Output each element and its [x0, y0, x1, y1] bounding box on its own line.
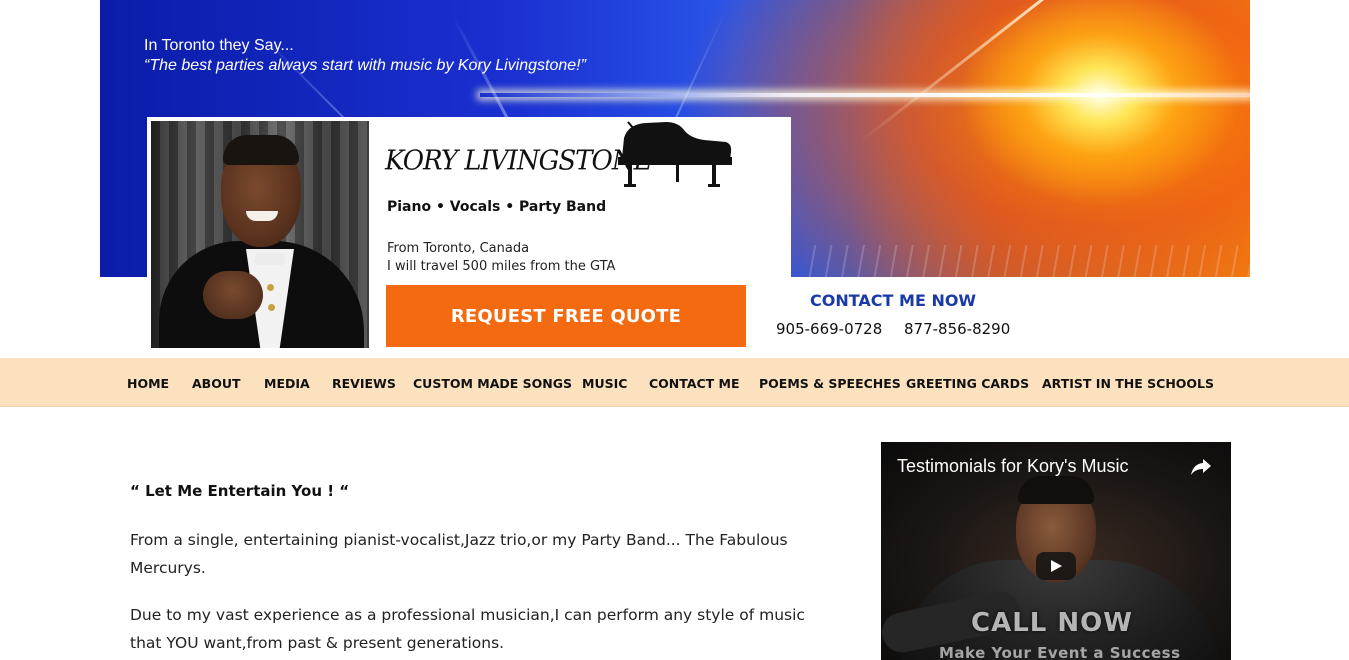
video-title[interactable]: Testimonials for Kory's Music	[897, 456, 1129, 477]
location-info: From Toronto, Canada I will travel 500 m…	[387, 240, 615, 276]
phone-link-local[interactable]: 905-669-0728	[776, 320, 882, 338]
logo-text: KORY LIVINGSTONE	[385, 145, 653, 177]
light-beam	[480, 93, 1250, 97]
nav-about[interactable]: ABOUT	[192, 376, 241, 391]
grand-piano-icon	[618, 121, 732, 187]
nav-media[interactable]: MEDIA	[264, 376, 310, 391]
page-headline: “ Let Me Entertain You ! “	[130, 482, 350, 500]
nav-contact-me[interactable]: CONTACT ME	[649, 376, 740, 391]
video-overlay-subtitle: Make Your Event a Success	[939, 644, 1181, 660]
nav-music[interactable]: MUSIC	[582, 376, 627, 391]
travel-line: I will travel 500 miles from the GTA	[387, 259, 616, 274]
banner-quote: In Toronto they Say... “The best parties…	[144, 36, 704, 76]
main-content: “ Let Me Entertain You ! “ From a single…	[130, 482, 830, 652]
nav-artist-in-schools[interactable]: ARTIST IN THE SCHOOLS	[1042, 376, 1214, 391]
intro-paragraph: From a single, entertaining pianist-voca…	[130, 531, 788, 577]
artist-photo	[151, 121, 369, 348]
location-line: From Toronto, Canada	[387, 241, 530, 256]
nav-home[interactable]: HOME	[127, 376, 169, 391]
main-nav: HOME ABOUT MEDIA REVIEWS CUSTOM MADE SON…	[0, 358, 1349, 407]
light-beam	[860, 0, 1250, 143]
play-icon[interactable]	[1036, 552, 1076, 580]
share-icon[interactable]	[1189, 454, 1213, 478]
tagline: Piano • Vocals • Party Band	[387, 199, 607, 215]
contact-me-now-link[interactable]: CONTACT ME NOW	[810, 291, 976, 310]
phone-link-tollfree[interactable]: 877-856-8290	[904, 320, 1010, 338]
nav-greeting-cards[interactable]: GREETING CARDS	[906, 376, 1029, 391]
light-streaks	[800, 245, 1250, 277]
video-overlay-call-now: CALL NOW	[971, 608, 1133, 638]
testimonial-video[interactable]: Testimonials for Kory's Music CALL NOW M…	[881, 442, 1231, 660]
banner-quote-line1: In Toronto they Say...	[144, 37, 294, 54]
site-logo[interactable]: KORY LIVINGSTONE	[383, 120, 743, 192]
experience-paragraph: Due to my vast experience as a professio…	[130, 606, 805, 652]
nav-poems-speeches[interactable]: POEMS & SPEECHES	[759, 376, 901, 391]
request-quote-button[interactable]: REQUEST FREE QUOTE	[386, 285, 746, 347]
banner-quote-line2: “The best parties always start with musi…	[144, 57, 586, 74]
nav-custom-made-songs[interactable]: CUSTOM MADE SONGS	[413, 376, 572, 391]
nav-reviews[interactable]: REVIEWS	[332, 376, 396, 391]
